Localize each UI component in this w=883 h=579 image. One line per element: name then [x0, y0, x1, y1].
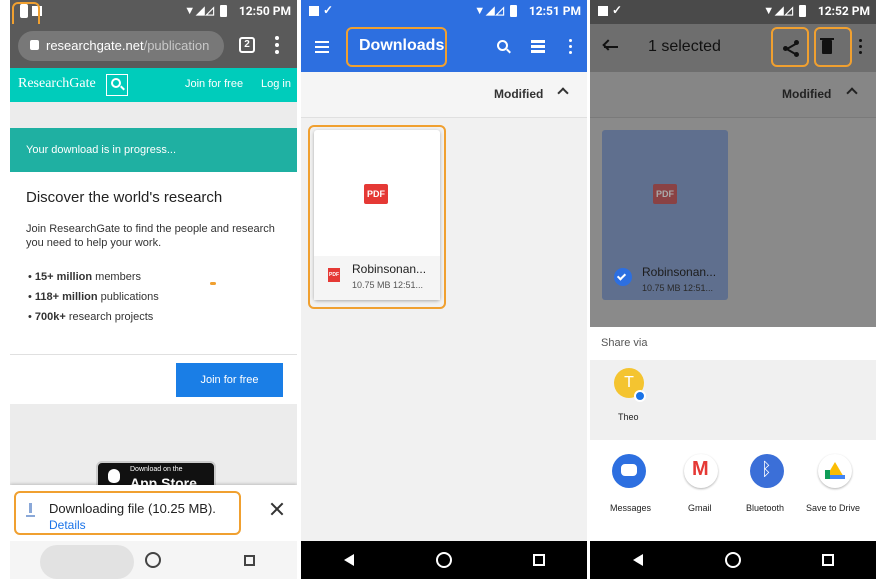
direct-share-row: T Theo	[590, 360, 876, 440]
screen-downloads: ✓ ▼◢◿ 12:51 PM Downloads Modified PDF PD…	[301, 0, 587, 579]
login-link[interactable]: Log in	[261, 78, 291, 90]
url-path: /publication	[143, 38, 210, 53]
messages-icon	[612, 454, 646, 488]
selected-check-icon	[614, 268, 632, 286]
app-share-row: Messages M Gmail ᛒ Bluetooth Save to Dri…	[590, 440, 876, 543]
menu-icon[interactable]	[315, 41, 329, 53]
site-logo[interactable]: ResearchGate	[18, 76, 96, 92]
signal-icon: ▼◢◿	[184, 4, 215, 17]
messages-badge-icon	[634, 390, 646, 402]
list-view-icon[interactable]	[531, 40, 545, 53]
status-bar: ✓ ▼◢◿ 12:51 PM	[301, 0, 587, 24]
status-bar: ✓ ▼◢◿ 12:52 PM	[590, 0, 876, 24]
sort-label[interactable]: Modified	[494, 87, 543, 101]
status-bar: ▼◢◿ 12:50 PM	[10, 0, 297, 24]
selection-title: 1 selected	[648, 38, 721, 55]
screen-browser: ▼◢◿ 12:50 PM researchgate.net/publicatio…	[10, 0, 297, 579]
file-meta: 10.75 MB 12:51...	[642, 283, 714, 293]
battery-icon	[220, 5, 227, 17]
sort-bar: Modified	[590, 72, 876, 118]
file-name: Robinsonan...	[642, 265, 717, 279]
home-nav-button[interactable]	[432, 548, 456, 572]
stat-item: • 118+ million publications	[28, 291, 159, 303]
check-notification-icon: ✓	[612, 3, 623, 17]
more-menu-icon[interactable]	[569, 39, 573, 57]
recents-nav-button[interactable]	[816, 548, 840, 572]
close-icon[interactable]	[268, 501, 286, 519]
tab-count-button[interactable]: 2	[239, 37, 255, 53]
sort-label[interactable]: Modified	[782, 87, 831, 101]
more-menu-icon[interactable]	[275, 36, 279, 56]
back-nav-button[interactable]	[626, 548, 650, 572]
share-app-bluetooth[interactable]: ᛒ Bluetooth	[738, 454, 798, 524]
back-nav-button[interactable]	[337, 548, 361, 572]
highlight-share-button	[771, 27, 809, 67]
stat-item: • 700k+ research projects	[28, 311, 154, 323]
url-bar[interactable]: researchgate.net/publication	[18, 31, 224, 61]
home-nav-button[interactable]	[721, 548, 745, 572]
browser-toolbar: researchgate.net/publication 2	[10, 24, 297, 68]
navigation-bar	[590, 541, 876, 579]
site-header: ResearchGate Join for free Log in	[10, 68, 297, 102]
download-banner: Your download is in progress...	[10, 128, 297, 172]
file-card-selected[interactable]: PDF Robinsonan... 10.75 MB 12:51...	[602, 130, 728, 300]
check-notification-icon: ✓	[323, 3, 334, 17]
pdf-thumbnail-icon: PDF	[653, 184, 677, 204]
app-label: Save to Drive	[806, 503, 861, 513]
stats-list: • 15+ million members • 118+ million pub…	[28, 267, 159, 327]
status-time: 12:52 PM	[817, 4, 870, 18]
back-nav-pressed	[40, 545, 134, 579]
highlight-downloads-title	[346, 27, 447, 67]
recents-nav-button[interactable]	[527, 548, 551, 572]
app-label: Messages	[610, 503, 652, 513]
share-app-drive[interactable]: Save to Drive	[802, 454, 872, 524]
gmail-icon: M	[684, 454, 718, 488]
app-label: Bluetooth	[746, 503, 785, 513]
site-search-button[interactable]	[106, 74, 128, 96]
download-banner-text: Your download is in progress...	[26, 144, 177, 156]
download-card: Your download is in progress... Discover…	[10, 128, 297, 404]
google-drive-icon	[818, 454, 852, 488]
sort-bar: Modified	[301, 72, 587, 118]
more-menu-icon[interactable]	[859, 39, 863, 57]
lock-icon	[30, 40, 39, 50]
image-notification-icon	[309, 6, 319, 16]
app-store-small-text: Download on the	[130, 466, 183, 473]
navigation-bar	[301, 541, 587, 579]
page-heading: Discover the world's research	[26, 189, 223, 206]
loading-dot	[210, 282, 216, 285]
status-time: 12:51 PM	[528, 4, 581, 18]
join-button[interactable]: Join for free	[176, 363, 283, 397]
image-notification-icon	[598, 6, 608, 16]
status-time: 12:50 PM	[238, 4, 291, 18]
sort-ascending-icon[interactable]	[557, 87, 569, 99]
apple-icon	[108, 469, 120, 483]
battery-icon	[799, 5, 806, 17]
highlight-file-card	[308, 125, 446, 309]
divider	[10, 354, 297, 355]
share-sheet-header: Share via	[590, 327, 876, 360]
contact-theo[interactable]: T Theo	[606, 366, 666, 432]
contact-name: Theo	[618, 412, 639, 422]
signal-icon: ▼◢◿	[474, 4, 505, 17]
share-app-messages[interactable]: Messages	[602, 454, 658, 524]
app-label: Gmail	[688, 503, 712, 513]
bluetooth-icon: ᛒ	[750, 454, 784, 488]
highlight-download-snackbar	[14, 491, 241, 535]
stat-item: • 15+ million members	[28, 271, 141, 283]
share-app-gmail[interactable]: M Gmail	[674, 454, 730, 524]
join-link[interactable]: Join for free	[185, 78, 243, 90]
page-description: Join ResearchGate to find the people and…	[26, 223, 275, 249]
highlight-delete-button	[814, 27, 852, 67]
share-via-label: Share via	[601, 337, 648, 349]
home-nav-button[interactable]	[141, 548, 165, 572]
recents-nav-button[interactable]	[237, 548, 261, 572]
signal-icon: ▼◢◿	[763, 4, 794, 17]
screen-share-sheet: ✓ ▼◢◿ 12:52 PM 1 selected Modified PDF R…	[590, 0, 876, 579]
sort-ascending-icon[interactable]	[846, 87, 858, 99]
battery-icon	[510, 5, 517, 17]
url-host: researchgate.net	[46, 38, 144, 53]
